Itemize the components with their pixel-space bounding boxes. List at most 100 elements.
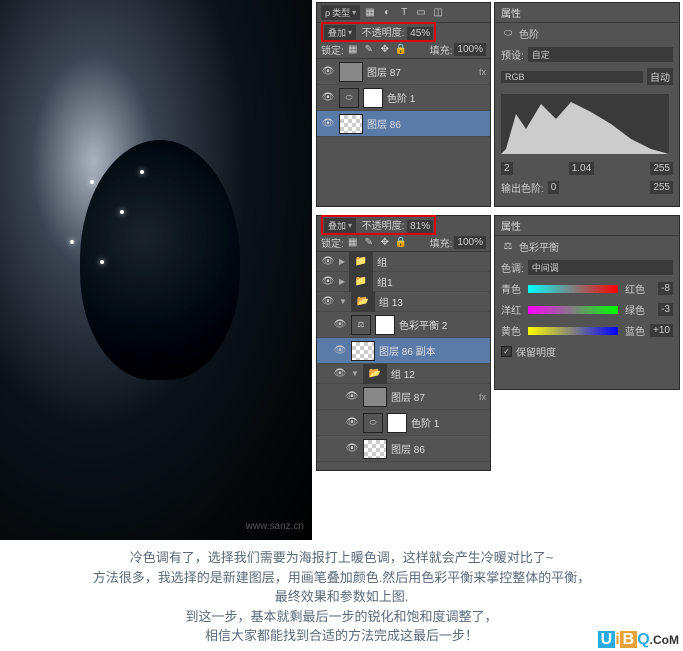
adj-title-row: ⬭ 色阶 [495,23,679,44]
folder-row[interactable]: 👁 ▶ 📁 组1 [317,272,490,292]
layer-name: 色阶 1 [411,415,439,430]
visibility-icon[interactable]: 👁 [345,416,359,430]
blend-row: 叠加 ▾ 不透明度: 81% [317,216,490,234]
yellow-blue-row: 黄色 蓝色 +10 [495,320,679,341]
folder-arrow-icon[interactable]: ▶ [339,277,345,286]
lock-paint-icon[interactable]: ✎ [362,43,376,57]
red-highlight-box: 叠加 ▾ 不透明度: 81% [321,215,436,235]
visibility-icon[interactable]: 👁 [321,255,335,269]
input-level-values: 2 1.04 255 [495,160,679,177]
levels-icon: ⬭ [501,27,515,41]
adj-title: 色彩平衡 [519,239,559,254]
lock-all-icon[interactable]: 🔒 [394,236,408,250]
slider-left-label: 黄色 [501,323,521,338]
visibility-icon[interactable]: 👁 [333,318,347,332]
folder-arrow-icon[interactable]: ▼ [351,369,359,378]
layer-row[interactable]: 👁 图层 87 fx [317,384,490,410]
layer-row[interactable]: 👁 图层 87 fx [317,59,490,85]
visibility-icon[interactable]: 👁 [321,295,335,309]
out-white[interactable]: 255 [650,181,673,194]
red-highlight-box: 叠加 ▾ 不透明度: 45% [321,22,436,42]
layer-row[interactable]: 👁 ⬭ 色阶 1 [317,410,490,436]
preserve-checkbox[interactable]: ✓ [501,346,512,357]
slider-value[interactable]: +10 [650,324,673,337]
layer-row[interactable]: 👁 图层 86 [317,436,490,462]
in-white[interactable]: 255 [650,162,673,175]
layer-row[interactable]: 👁 ⬭ 色阶 1 [317,85,490,111]
preset-row: 预设: 自定 [495,44,679,65]
filter-smart-icon[interactable]: ◫ [431,6,445,20]
lock-all-icon[interactable]: 🔒 [394,43,408,57]
yellow-blue-slider[interactable] [528,327,618,335]
slider-value[interactable]: -3 [658,303,673,316]
slider-value[interactable]: -8 [658,282,673,295]
folder-arrow-icon[interactable]: ▼ [339,297,347,306]
cyan-red-slider[interactable] [528,285,618,293]
mask-thumb [387,413,407,433]
tone-dropdown[interactable]: 中间调 [528,260,673,275]
kind-toolbar: ρ 类型 ▾ ▦ ◐ T ▭ ◫ [317,3,490,23]
poster-preview: www.sanz.cn [0,0,312,540]
magenta-green-slider[interactable] [528,306,618,314]
lock-move-icon[interactable]: ✥ [378,43,392,57]
filter-pixel-icon[interactable]: ▦ [363,6,377,20]
blend-mode-dropdown[interactable]: 叠加 ▾ [324,25,356,40]
layer-name: 图层 87 [367,64,401,79]
fill-input[interactable]: 100% [454,236,486,249]
folder-row-open[interactable]: 👁 ▼ 📂 组 13 [317,292,490,312]
visibility-icon[interactable]: 👁 [321,65,335,79]
opacity-input[interactable]: 45% [407,27,433,40]
visibility-icon[interactable]: 👁 [345,442,359,456]
out-black[interactable]: 0 [548,181,560,194]
visibility-icon[interactable]: 👁 [345,390,359,404]
opacity-input[interactable]: 81% [407,220,433,233]
panel-tab[interactable]: 属性 [495,3,679,23]
folder-row-open[interactable]: 👁 ▼ 📂 组 12 [317,364,490,384]
layer-row-selected[interactable]: 👁 图层 86 [317,111,490,137]
opacity-label: 不透明度: [362,221,405,232]
folder-icon: 📂 [351,292,375,312]
filter-adj-icon[interactable]: ◐ [380,6,394,20]
layer-name: 组1 [377,274,393,289]
sparkle [120,210,124,214]
layer-row-selected[interactable]: 👁 图层 86 副本 [317,338,490,364]
preset-dropdown[interactable]: 自定 [528,47,673,62]
caption-line: 最终效果和参数如上图. [0,587,683,607]
lock-move-icon[interactable]: ✥ [378,236,392,250]
visibility-icon[interactable]: 👁 [333,344,347,358]
adj-thumb: ⚖ [351,315,371,335]
visibility-icon[interactable]: 👁 [321,117,335,131]
kind-dropdown[interactable]: ρ 类型 ▾ [321,5,360,20]
fill-label: 填充: [430,235,453,250]
filter-shape-icon[interactable]: ▭ [414,6,428,20]
caption-line: 相信大家都能找到合适的方法完成这最后一步！ [0,626,683,646]
colorbalance-icon: ⚖ [501,240,515,254]
lock-trans-icon[interactable]: ▦ [346,43,360,57]
auto-button[interactable]: 自动 [647,68,673,85]
properties-panel-colorbalance: 属性 ⚖ 色彩平衡 色调: 中间调 青色 红色 -8 洋红 绿色 -3 黄色 蓝… [494,215,680,390]
fx-badge[interactable]: fx [479,67,486,77]
tone-label: 色调: [501,260,524,275]
blend-mode-dropdown[interactable]: 叠加 ▾ [324,218,356,233]
layer-row[interactable]: 👁 ⚖ 色彩平衡 2 [317,312,490,338]
visibility-icon[interactable]: 👁 [321,91,335,105]
fill-input[interactable]: 100% [454,43,486,56]
in-black[interactable]: 2 [501,162,513,175]
filter-text-icon[interactable]: T [397,6,411,20]
in-gamma[interactable]: 1.04 [569,162,594,175]
adj-title-row: ⚖ 色彩平衡 [495,236,679,257]
preserve-row: ✓ 保留明度 [495,341,679,362]
adj-title: 色阶 [519,26,539,41]
visibility-icon[interactable]: 👁 [321,275,335,289]
fx-badge[interactable]: fx [479,392,486,402]
site-logo: UiBQ.CoM [598,631,679,649]
visibility-icon[interactable]: 👁 [333,367,347,381]
lock-paint-icon[interactable]: ✎ [362,236,376,250]
folder-row[interactable]: 👁 ▶ 📁 组 [317,252,490,272]
mask-thumb [363,88,383,108]
channel-dropdown[interactable]: RGB [501,71,643,83]
layer-name: 组 [377,254,387,269]
folder-arrow-icon[interactable]: ▶ [339,257,345,266]
panel-tab[interactable]: 属性 [495,216,679,236]
lock-trans-icon[interactable]: ▦ [346,236,360,250]
